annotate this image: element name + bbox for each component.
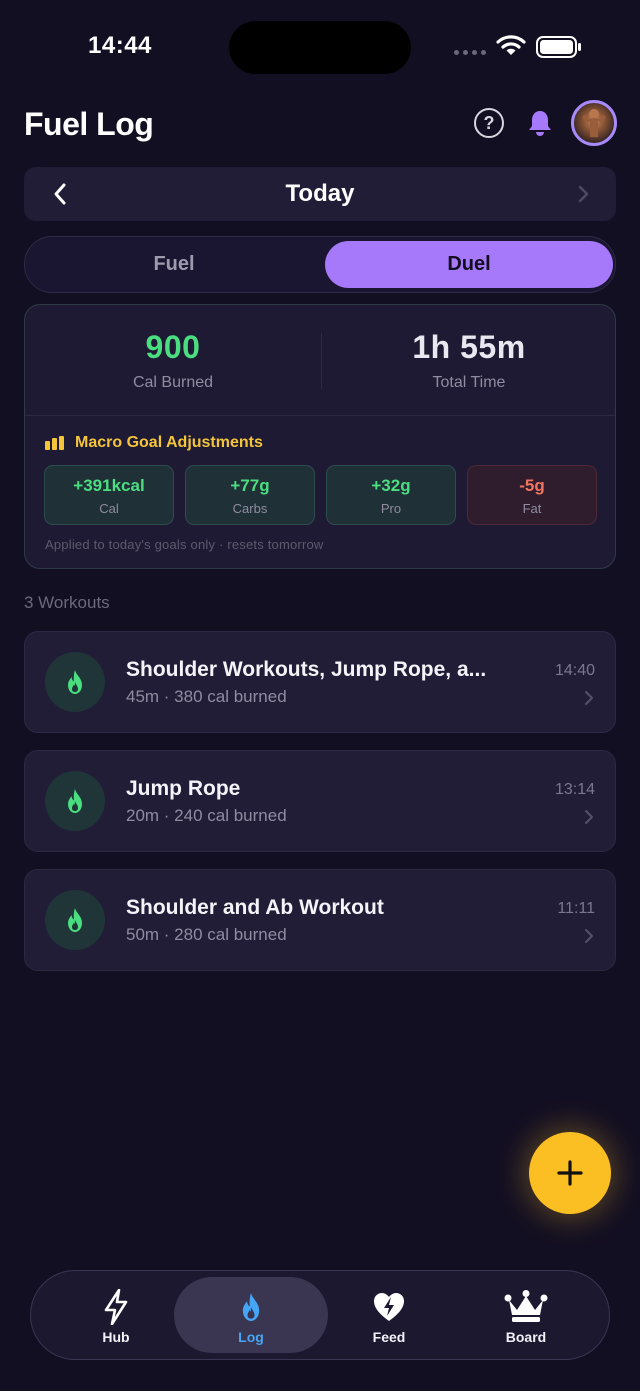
tab-label: Board xyxy=(505,1329,547,1345)
status-bar: 14:44 xyxy=(0,0,640,96)
macro-chip-fat: -5g Fat xyxy=(467,465,597,525)
flame-icon xyxy=(68,670,82,694)
total-time-stat: 1h 55m Total Time xyxy=(329,329,609,392)
macro-chip-cal: +391kcal Cal xyxy=(44,465,174,525)
macro-note: Applied to today's goals only · resets t… xyxy=(45,537,324,552)
macro-chip-value: +391kcal xyxy=(73,476,145,495)
flame-icon xyxy=(242,1293,260,1321)
tab-fuel[interactable]: Fuel xyxy=(29,241,319,288)
workout-subtitle: 50m · 280 cal burned xyxy=(126,925,287,944)
status-time: 14:44 xyxy=(88,32,152,59)
bell-icon[interactable] xyxy=(527,109,553,137)
calories-burned-stat: 900 Cal Burned xyxy=(33,329,313,392)
card-divider xyxy=(25,415,615,416)
workout-title: Shoulder and Ab Workout xyxy=(126,896,384,919)
avatar-photo-icon xyxy=(582,109,606,137)
cellular-signal-icon xyxy=(454,50,486,55)
macro-chip-label: Cal xyxy=(99,501,119,516)
workout-icon-circle xyxy=(45,771,105,831)
bar-chart-icon xyxy=(45,436,64,450)
add-workout-button[interactable] xyxy=(529,1132,611,1214)
workout-time: 14:40 xyxy=(554,662,595,679)
macro-chip-value: -5g xyxy=(519,476,545,495)
tab-label: Feed xyxy=(372,1329,406,1345)
tab-board[interactable]: Board xyxy=(449,1277,603,1353)
heart-bolt-icon xyxy=(374,1293,404,1321)
summary-card: 900 Cal Burned 1h 55m Total Time Macro G… xyxy=(24,304,616,569)
chevron-right-icon xyxy=(585,929,593,943)
macro-chip-carbs: +77g Carbs xyxy=(185,465,315,525)
app-header: Fuel Log ? xyxy=(24,100,617,152)
bolt-icon xyxy=(104,1289,128,1325)
workout-time: 13:14 xyxy=(554,781,595,798)
workout-row[interactable]: Shoulder Workouts, Jump Rope, a... 45m ·… xyxy=(24,631,616,733)
macro-chip-label: Fat xyxy=(522,501,542,516)
avatar[interactable] xyxy=(571,100,617,146)
macro-chip-label: Pro xyxy=(380,501,402,516)
help-button[interactable]: ? xyxy=(474,108,504,138)
macro-title: Macro Goal Adjustments xyxy=(75,434,263,451)
total-time-label: Total Time xyxy=(432,374,506,391)
workout-subtitle: 20m · 240 cal burned xyxy=(126,806,287,825)
tab-hub[interactable]: Hub xyxy=(39,1277,193,1353)
workout-title: Shoulder Workouts, Jump Rope, a... xyxy=(126,658,487,681)
flame-icon xyxy=(68,789,82,813)
macro-chip-protein: +32g Pro xyxy=(326,465,456,525)
macro-chip-value: +77g xyxy=(230,476,270,495)
chevron-right-icon xyxy=(585,691,593,705)
chevron-right-icon[interactable] xyxy=(576,184,590,204)
calories-burned-value: 900 xyxy=(145,329,201,365)
macro-chip-label: Carbs xyxy=(232,501,268,516)
total-time-value: 1h 55m xyxy=(412,329,526,365)
flame-icon xyxy=(68,908,82,932)
wifi-icon xyxy=(496,35,526,55)
battery-icon xyxy=(536,36,581,58)
macro-chips: +391kcal Cal +77g Carbs +32g Pro -5g Fat xyxy=(44,465,597,525)
date-navigator: Today xyxy=(24,167,616,221)
mode-segmented-control: Fuel Duel xyxy=(24,236,616,293)
tab-log[interactable]: Log xyxy=(174,1277,328,1353)
date-label: Today xyxy=(285,180,355,207)
workout-icon-circle xyxy=(45,890,105,950)
question-mark-icon: ? xyxy=(483,112,495,133)
workout-time: 11:11 xyxy=(557,900,595,917)
tab-label: Hub xyxy=(102,1329,130,1345)
workout-subtitle: 45m · 380 cal burned xyxy=(126,687,287,706)
dynamic-island xyxy=(229,21,411,74)
tab-duel[interactable]: Duel xyxy=(325,241,613,288)
workout-title: Jump Rope xyxy=(126,777,241,800)
workout-icon-circle xyxy=(45,652,105,712)
workouts-section-title: 3 Workouts xyxy=(24,593,110,612)
stat-divider xyxy=(321,333,322,389)
bottom-tab-bar: Hub Log Feed Board xyxy=(30,1270,610,1360)
calories-burned-label: Cal Burned xyxy=(132,374,214,391)
macro-header: Macro Goal Adjustments xyxy=(45,434,263,452)
workout-row[interactable]: Shoulder and Ab Workout 50m · 280 cal bu… xyxy=(24,869,616,971)
macro-chip-value: +32g xyxy=(371,476,411,495)
page-title: Fuel Log xyxy=(24,106,154,142)
tab-label: Log xyxy=(238,1329,264,1345)
plus-icon xyxy=(557,1160,583,1186)
crown-icon xyxy=(504,1290,548,1322)
chevron-right-icon xyxy=(585,810,593,824)
tab-feed[interactable]: Feed xyxy=(312,1277,466,1353)
workout-row[interactable]: Jump Rope 20m · 240 cal burned 13:14 xyxy=(24,750,616,852)
